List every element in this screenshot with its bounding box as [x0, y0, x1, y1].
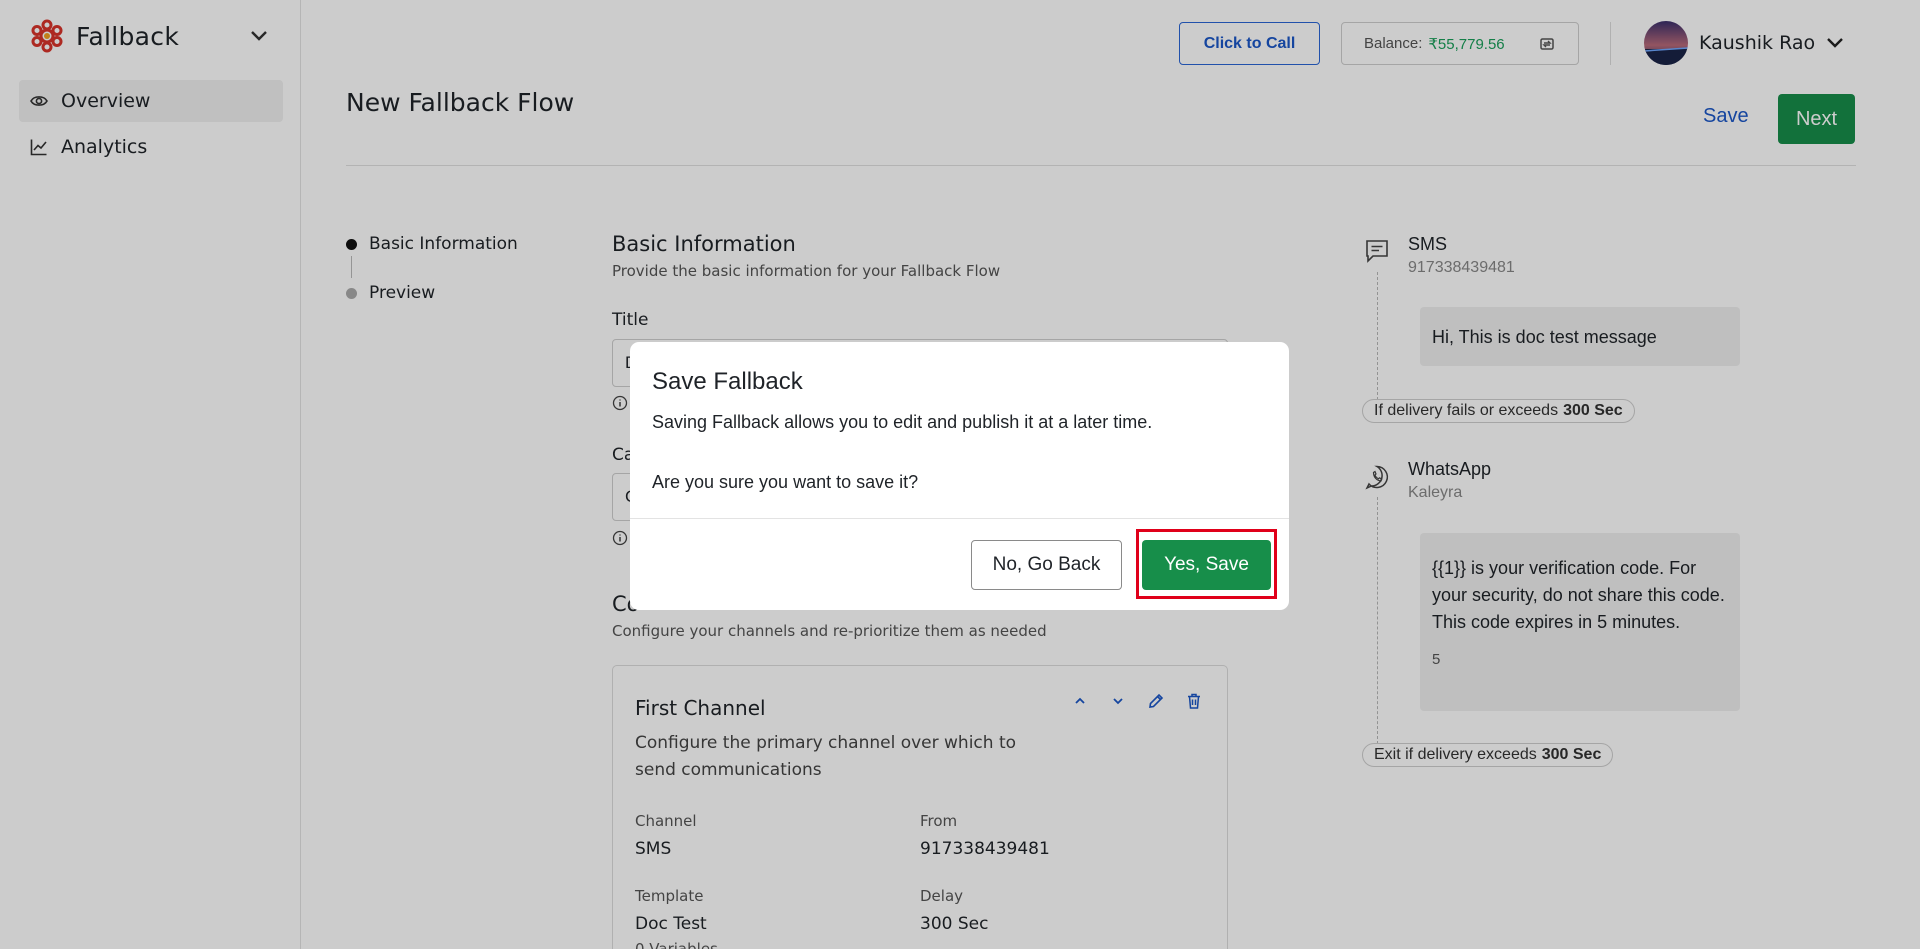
no-go-back-button[interactable]: No, Go Back — [971, 540, 1122, 590]
save-fallback-dialog: Save Fallback Saving Fallback allows you… — [630, 342, 1289, 610]
dialog-question: Are you sure you want to save it? — [652, 472, 919, 492]
dialog-divider — [630, 518, 1289, 519]
dialog-title: Save Fallback — [652, 368, 803, 395]
dialog-message: Saving Fallback allows you to edit and p… — [652, 412, 1153, 432]
yes-save-button[interactable]: Yes, Save — [1142, 540, 1271, 590]
